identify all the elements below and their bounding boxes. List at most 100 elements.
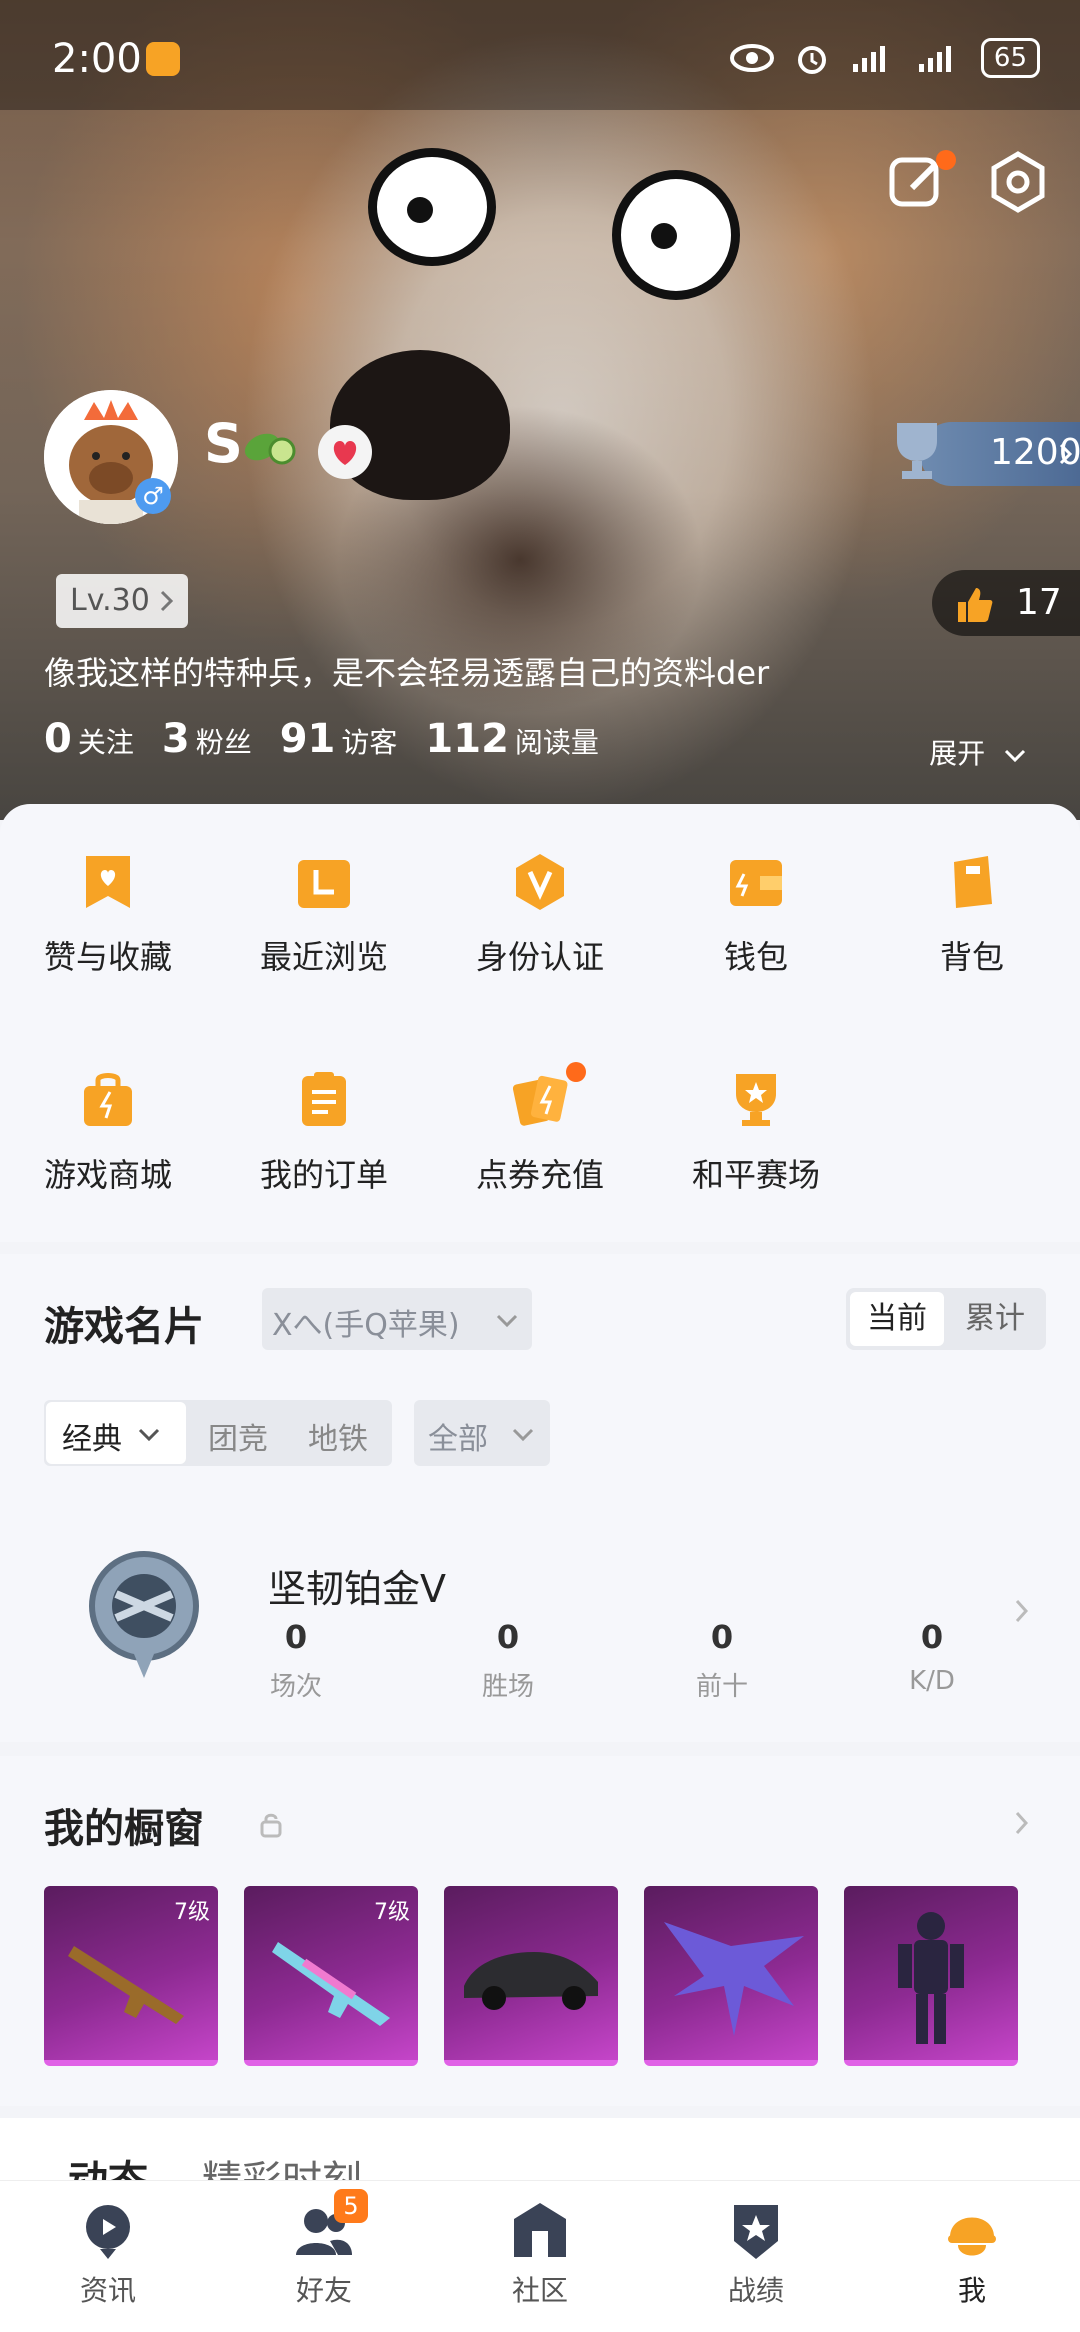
news-icon xyxy=(86,2205,130,2259)
arena-trophy-icon xyxy=(736,1074,776,1126)
profile-cover[interactable] xyxy=(0,0,1080,820)
level-badge[interactable]: Lv.30 xyxy=(56,574,188,628)
chevron-right-icon[interactable] xyxy=(1014,1810,1030,1836)
chevron-right-icon[interactable] xyxy=(1014,1598,1030,1624)
expand-label: 展开 xyxy=(929,737,986,770)
stat-following[interactable]: 0 关注 xyxy=(44,716,134,762)
history-icon xyxy=(298,860,350,908)
friends-badge: 5 xyxy=(334,2189,368,2223)
like-button[interactable]: 17 xyxy=(932,570,1080,636)
account-select-value: Xへ(手Q苹果) xyxy=(272,1308,460,1343)
filter-mode-select[interactable]: 经典 xyxy=(46,1402,186,1464)
rank-stat-kd: 0 K/D xyxy=(909,1618,955,1696)
coupon-notification-dot xyxy=(566,1062,586,1082)
backpack-icon xyxy=(954,856,992,908)
level-text: Lv.30 xyxy=(70,583,150,618)
bookmark-heart-icon xyxy=(86,856,130,908)
status-bar: 2:00 65 xyxy=(0,0,1080,110)
rank-stat-wins: 0 胜场 xyxy=(481,1618,534,1702)
alarm-icon xyxy=(797,46,826,74)
account-select[interactable]: Xへ(手Q苹果) xyxy=(262,1288,532,1350)
settings-icon xyxy=(991,151,1045,213)
cover-eye-left xyxy=(368,148,496,266)
menu-coupon-recharge[interactable]: 点券充值 xyxy=(432,1062,648,1196)
male-gender-icon: ♂ xyxy=(135,478,171,514)
signal-icon-2 xyxy=(918,46,951,72)
signal-icon xyxy=(852,46,885,72)
rank-name: 坚韧铂金V xyxy=(268,1567,446,1611)
thumbs-up-icon xyxy=(958,588,993,622)
chevron-right-icon xyxy=(1059,443,1073,465)
wallet-icon xyxy=(730,860,782,906)
menu-my-orders[interactable]: 我的订单 xyxy=(216,1070,432,1196)
heart-badge[interactable] xyxy=(318,425,372,479)
menu-recent-views[interactable]: 最近浏览 xyxy=(216,852,432,978)
battery-indicator: 65 xyxy=(980,38,1040,78)
verified-v-icon xyxy=(516,854,564,910)
nav-friends[interactable]: 5 好友 xyxy=(216,2189,432,2309)
edit-profile-button[interactable] xyxy=(886,150,956,214)
filter-scope-value: 全部 xyxy=(428,1422,488,1457)
item-level: 7级 xyxy=(174,1900,210,1925)
menu-wallet[interactable]: 钱包 xyxy=(648,852,864,978)
item-level: 7级 xyxy=(374,1900,410,1925)
bottom-nav: 资讯 5 好友 社区 战绩 我 xyxy=(0,2180,1080,2332)
edit-notification-dot xyxy=(936,150,956,170)
filter-tab-metro[interactable]: 地铁 xyxy=(308,1414,368,1458)
lock-icon xyxy=(260,1813,282,1838)
menu-identity-verification[interactable]: 身份认证 xyxy=(432,852,648,978)
profile-bio: 像我这样的特种兵，是不会轻易透露自己的资料der xyxy=(44,654,770,692)
menu-peace-arena[interactable]: 和平赛场 xyxy=(648,1070,864,1196)
chevron-right-icon xyxy=(160,590,174,612)
showcase-item[interactable]: 7级 xyxy=(244,1886,418,2066)
game-card-title: 游戏名片 xyxy=(44,1304,204,1350)
car-icon xyxy=(464,1952,598,2010)
menu-game-store[interactable]: 游戏商城 xyxy=(0,1070,216,1196)
menu-backpack[interactable]: 背包 xyxy=(864,852,1080,978)
showcase-item[interactable]: 7级 xyxy=(44,1886,218,2066)
expand-button[interactable]: 展开 xyxy=(929,732,1026,772)
filter-tabs: 经典 团竞 地铁 xyxy=(44,1400,392,1466)
showcase-title: 我的橱窗 xyxy=(44,1806,204,1852)
rank-stat-top-ten: 0 前十 xyxy=(695,1618,748,1702)
chevron-down-icon xyxy=(138,1428,160,1442)
segment-current[interactable]: 当前 xyxy=(850,1292,944,1346)
profile-stats: 0 关注 3 粉丝 91 访客 112 阅读量 xyxy=(44,716,599,762)
showcase-item[interactable] xyxy=(844,1886,1018,2066)
rank-stat-matches: 0 场次 xyxy=(269,1618,322,1702)
nav-community[interactable]: 社区 xyxy=(432,2201,648,2309)
username: S xyxy=(204,412,243,475)
chevron-down-icon xyxy=(1004,749,1026,763)
showcase-item[interactable] xyxy=(644,1886,818,2066)
cucumber-emoji-icon xyxy=(244,433,296,465)
filter-scope-select[interactable]: 全部 xyxy=(414,1400,550,1466)
period-segmented-control: 当前 累计 xyxy=(846,1288,1046,1350)
showcase-item[interactable] xyxy=(444,1886,618,2066)
chevron-down-icon xyxy=(496,1314,518,1328)
shopping-bag-icon xyxy=(84,1073,132,1126)
stat-followers[interactable]: 3 粉丝 xyxy=(162,716,252,762)
community-icon xyxy=(514,2203,566,2257)
stat-visitors[interactable]: 91 访客 xyxy=(280,716,398,762)
game-card-section: 游戏名片 Xへ(手Q苹果) 当前 累计 经典 团竞 地铁 全部 坚韧铂金V 0 … xyxy=(0,1254,1080,1742)
nav-records[interactable]: 战绩 xyxy=(648,2201,864,2309)
trophy-icon xyxy=(897,423,937,479)
record-icon xyxy=(734,2205,778,2259)
outfit-icon xyxy=(898,1912,964,2044)
eye-icon xyxy=(729,44,774,72)
settings-button[interactable] xyxy=(986,150,1050,214)
feature-menu-panel: 赞与收藏 最近浏览 身份认证 钱包 背包 游戏商城 我的订单 点券充值 和平赛场 xyxy=(0,804,1080,1242)
segment-cumulative[interactable]: 累计 xyxy=(948,1292,1042,1346)
order-list-icon xyxy=(302,1072,346,1126)
status-time: 2:00 xyxy=(52,36,142,82)
cover-eye-right xyxy=(612,170,740,300)
nav-me[interactable]: 我 xyxy=(864,2201,1080,2309)
like-count: 17 xyxy=(1016,582,1062,623)
filter-tab-team[interactable]: 团竞 xyxy=(208,1414,268,1458)
stat-reads[interactable]: 112 阅读量 xyxy=(425,716,599,762)
chevron-down-icon xyxy=(512,1428,534,1442)
rank-platinum-badge-icon xyxy=(89,1551,199,1678)
nav-news[interactable]: 资讯 xyxy=(0,2201,216,2309)
menu-likes-favorites[interactable]: 赞与收藏 xyxy=(0,852,216,978)
filter-mode-value: 经典 xyxy=(62,1422,122,1457)
